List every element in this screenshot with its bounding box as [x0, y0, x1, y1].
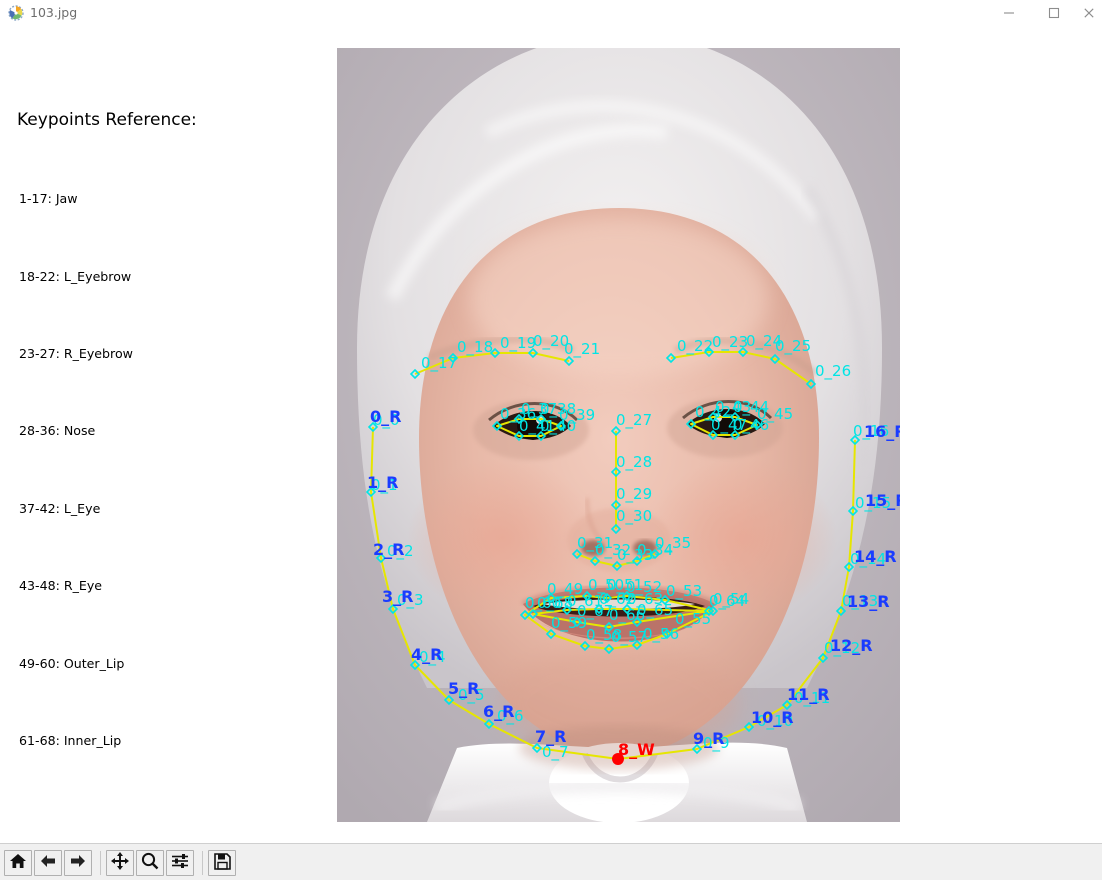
jaw-index-label: 11_R	[787, 685, 830, 704]
red-highlight-label: 8_W	[618, 740, 655, 759]
jaw-index-label: 12_R	[830, 636, 873, 655]
reference-item-l-eye: 37-42: L_Eye	[19, 501, 101, 516]
home-icon	[9, 853, 27, 873]
jaw-index-label: 13_R	[847, 592, 890, 611]
keypoint-label: 0_25	[775, 337, 811, 356]
toolbar-separator-1	[100, 851, 101, 875]
jaw-index-label: 5_R	[448, 679, 479, 698]
sliders-icon	[171, 853, 189, 873]
keypoint-label: 0_47	[711, 416, 747, 435]
keypoint-label: 0_19	[500, 334, 536, 353]
magnifier-icon	[141, 852, 159, 874]
keypoint-label: 0_17	[421, 354, 457, 373]
keypoint-label: 0_30	[616, 507, 652, 526]
save-button[interactable]	[208, 850, 236, 876]
jaw-index-label: 0_R	[370, 407, 401, 426]
reference-item-outer-lip: 49-60: Outer_Lip	[19, 656, 125, 671]
pan-button[interactable]	[106, 850, 134, 876]
arrow-left-icon	[39, 853, 57, 873]
keypoint-label: 0_21	[564, 340, 600, 359]
keypoint-label: 0_41	[519, 417, 555, 436]
keypoint-label: 0_66	[609, 606, 645, 625]
keypoint-label: 0_29	[616, 485, 652, 504]
jaw-index-label: 9_R	[693, 729, 724, 748]
floppy-disk-icon	[213, 852, 231, 874]
keypoint-label: 0_53	[666, 582, 702, 601]
keypoint-label: 0_55	[675, 610, 711, 629]
application-window: 103.jpg Keypoints Reference: 1-17: Jaw 1…	[0, 0, 1102, 880]
highlighted-keypoint-label: 8_W	[618, 740, 655, 759]
figure-canvas[interactable]: 0_17 0_18 0_19 0_20 0_21 0_22 0_23 0_24 0_25 0_26…	[337, 48, 900, 822]
keypoint-label: 0_67	[577, 602, 613, 621]
keypoint-label: 0_58	[586, 626, 622, 645]
keypoints-reference-panel: Keypoints Reference: 1-17: Jaw 18-22: L_…	[0, 26, 337, 823]
keypoint-label: 0_22	[677, 337, 713, 356]
back-button[interactable]	[34, 850, 62, 876]
keypoint-label: 0_18	[457, 338, 493, 357]
keypoint-label: 0_23	[712, 333, 748, 352]
configure-subplots-button[interactable]	[166, 850, 194, 876]
jaw-index-label: 10_R	[751, 708, 794, 727]
reference-item-r-eye: 43-48: R_Eye	[19, 578, 103, 593]
jaw-index-label: 4_R	[411, 645, 442, 664]
keypoint-label: 0_35	[655, 534, 691, 553]
jaw-index-label: 15_R	[865, 491, 900, 510]
jaw-index-label: 2_R	[373, 540, 404, 559]
maximize-button[interactable]	[1031, 0, 1076, 26]
home-button[interactable]	[4, 850, 32, 876]
jaw-index-label: 3_R	[382, 587, 413, 606]
page-title: Keypoints Reference:	[17, 110, 197, 130]
matplotlib-icon	[8, 5, 24, 21]
reference-item-nose: 28-36: Nose	[19, 423, 96, 438]
keypoint-label: 0_68	[537, 594, 573, 613]
keypoint-label: 0_56	[643, 625, 679, 644]
window-title: 103.jpg	[30, 5, 78, 20]
keypoint-label: 0_64	[709, 592, 745, 611]
reference-item-inner-lip: 61-68: Inner_Lip	[19, 733, 122, 748]
keypoint-label: 0_28	[616, 453, 652, 472]
zoom-button[interactable]	[136, 850, 164, 876]
jaw-index-label: 7_R	[535, 727, 566, 746]
jaw-index-label: 14_R	[854, 547, 897, 566]
reference-item-jaw: 1-17: Jaw	[19, 191, 78, 206]
landmark-overlay: 0_170_18 0_190_200_21 0_220_230_240_250_26…	[365, 332, 900, 765]
minimize-button[interactable]	[986, 0, 1031, 26]
keypoint-label: 0_26	[815, 362, 851, 381]
navigation-toolbar	[0, 844, 1102, 880]
arrow-right-icon	[69, 853, 87, 873]
toolbar-separator-2	[202, 851, 203, 875]
forward-button[interactable]	[64, 850, 92, 876]
jaw-index-label: 6_R	[483, 702, 514, 721]
move-icon	[111, 852, 129, 874]
title-bar: 103.jpg	[0, 0, 1102, 27]
jaw-index-label: 16_R	[864, 422, 900, 441]
keypoint-label: 0_27	[616, 411, 652, 430]
close-button[interactable]	[1076, 0, 1102, 26]
reference-item-r-eyebrow: 23-27: R_Eyebrow	[19, 346, 133, 361]
jaw-index-label: 1_R	[367, 473, 398, 492]
reference-item-l-eyebrow: 18-22: L_Eyebrow	[19, 269, 132, 284]
